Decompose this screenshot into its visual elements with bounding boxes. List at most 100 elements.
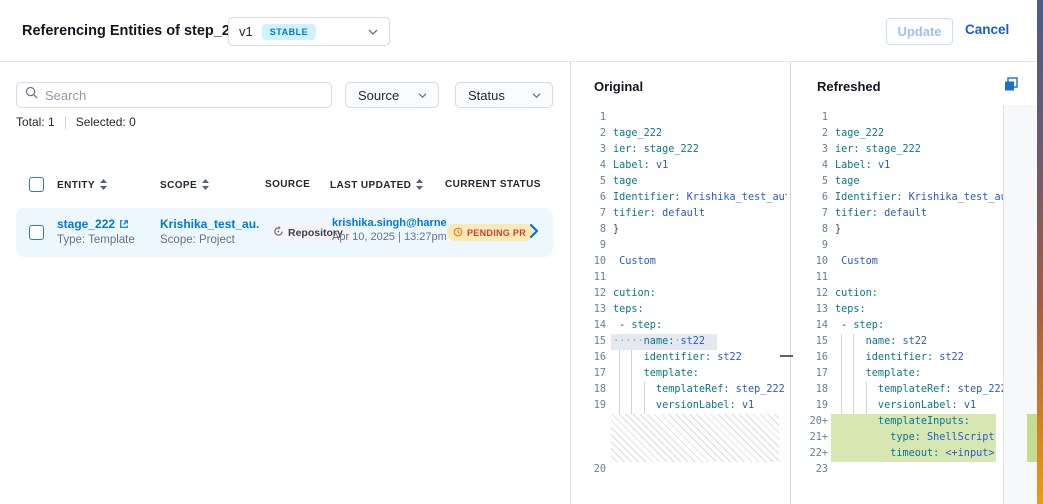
entity-type: Type: Template [57,234,135,246]
select-all-checkbox[interactable] [29,177,44,192]
version-select[interactable]: v1 STABLE [228,17,390,46]
sort-icon[interactable] [416,179,423,193]
source-filter-select[interactable]: Source [345,82,439,108]
sort-icon[interactable] [202,179,209,193]
code-line: 14 - step: [794,318,1003,334]
code-line: 23 [794,462,1003,478]
code-line: 13teps: [571,302,787,318]
code-line: 18 templateRef: step_222 [794,382,1003,398]
status-badge: PENDING PR [447,224,534,241]
clock-icon [453,224,463,242]
panel-header: Referencing Entities of step_222 v1 STAB… [0,0,1037,62]
table-row[interactable]: stage_222 Type: Template Krishika_test_a… [16,208,553,257]
code-line: 10 Custom [794,254,1003,270]
code-line: 9 [794,238,1003,254]
status-filter-label: Status [468,88,505,103]
code-line: 16 identifier: st22 [571,350,787,366]
code-line: 1 [794,110,1003,126]
status-filter-select[interactable]: Status [455,82,553,108]
original-pane-title: Original [594,79,643,94]
pane-divider [790,62,791,504]
repository-icon [273,224,284,242]
code-line: 8} [794,222,1003,238]
column-header-current-status: CURRENT STATUS [445,179,541,190]
code-line: 17 template: [571,366,787,382]
code-line: 3ier: stage_222 [571,142,787,158]
diff-collapsed-region [611,414,779,462]
chevron-down-icon [367,23,379,41]
version-value: v1 [239,24,253,39]
code-line: 9 [571,238,787,254]
code-line: 14 - step: [571,318,787,334]
code-line: 20+ templateInputs: [794,414,1003,430]
code-line: 10 Custom [571,254,787,270]
code-line: 21+ type: ShellScript [794,430,1003,446]
column-header-last-updated: LAST UPDATED [330,179,423,193]
code-line: 18 templateRef: step_222 [571,382,787,398]
code-line: 22+ timeout: <+input> [794,446,1003,462]
code-line: 17 template: [794,366,1003,382]
code-line: 5tage [571,174,787,190]
code-line: 6Identifier: Krishika_test_aut [794,190,1003,206]
entity-cell: stage_222 Type: Template [57,217,135,246]
code-line: 4Label: v1 [571,158,787,174]
code-line: 19 versionLabel: v1 [571,398,787,414]
chevron-down-icon [517,86,542,104]
sort-icon[interactable] [100,179,107,193]
code-line: 12cution: [794,286,1003,302]
selected-count: Selected: 0 [76,115,136,129]
search-icon [25,86,38,104]
code-line: 4Label: v1 [794,158,1003,174]
code-line: 7tifier: default [794,206,1003,222]
diff-panel: Original Refreshed 12tage_2223ier: stage… [570,62,1037,504]
page-title: Referencing Entities of step_222 [22,23,246,39]
referencing-entities-panel: Referencing Entities of step_222 v1 STAB… [0,0,1043,504]
code-line: 15 name: st22 [794,334,1003,350]
code-line: 11 [571,270,787,286]
table-header: ENTITY SCOPE SOURCE LAST UPDATED CURRENT… [0,174,570,198]
source-filter-label: Source [358,88,399,103]
code-line: 7tifier: default [571,206,787,222]
scope-link[interactable]: Krishika_test_au... [160,217,260,232]
refreshed-code-pane[interactable]: 12tage_2223ier: stage_2224Label: v15tage… [794,110,1003,504]
code-line: 8} [571,222,787,238]
code-line: 6Identifier: Krishika_test_aut [571,190,787,206]
updated-by: krishika.singh@harnes... [332,217,446,229]
code-line: 1 [571,110,787,126]
code-line: 13teps: [794,302,1003,318]
entities-section: Source Status Total: 1 Selected: 0 ENTIT… [0,62,570,504]
scope-detail: Scope: Project [160,234,260,246]
background-page-edge [1037,0,1043,504]
column-header-source: SOURCE [265,179,310,190]
divider [65,116,66,129]
code-line: 2tage_222 [794,126,1003,142]
copy-icon[interactable] [1001,76,1021,96]
scope-cell: Krishika_test_au... Scope: Project [160,217,260,246]
code-line: 5tage [794,174,1003,190]
code-line: 20 [571,462,787,478]
stable-badge: STABLE [262,24,316,40]
chevron-down-icon [403,86,428,104]
code-line: 15·····name:·st22 [571,334,787,350]
refreshed-pane-title: Refreshed [817,79,881,94]
row-checkbox[interactable] [29,225,44,240]
totals-bar: Total: 1 Selected: 0 [16,115,136,129]
entity-link[interactable]: stage_222 [57,217,135,232]
search-input[interactable] [45,88,323,103]
original-code-pane[interactable]: 12tage_2223ier: stage_2224Label: v15tage… [571,110,787,504]
code-line: 3ier: stage_222 [794,142,1003,158]
external-link-icon [119,218,129,232]
column-header-entity: ENTITY [57,179,107,193]
search-box [16,82,332,108]
code-line: 2tage_222 [571,126,787,142]
code-line: 16 identifier: st22 [794,350,1003,366]
column-header-scope: SCOPE [160,179,209,193]
updated-at: Apr 10, 2025 | 13:27pm [332,231,446,243]
cancel-button[interactable]: Cancel [965,22,1009,37]
code-line: 11 [794,270,1003,286]
update-button[interactable]: Update [886,18,953,45]
status-badge-label: PENDING PR [467,228,526,238]
code-line: 19 versionLabel: v1 [794,398,1003,414]
chevron-right-icon[interactable] [529,223,539,244]
code-line: 12cution: [571,286,787,302]
